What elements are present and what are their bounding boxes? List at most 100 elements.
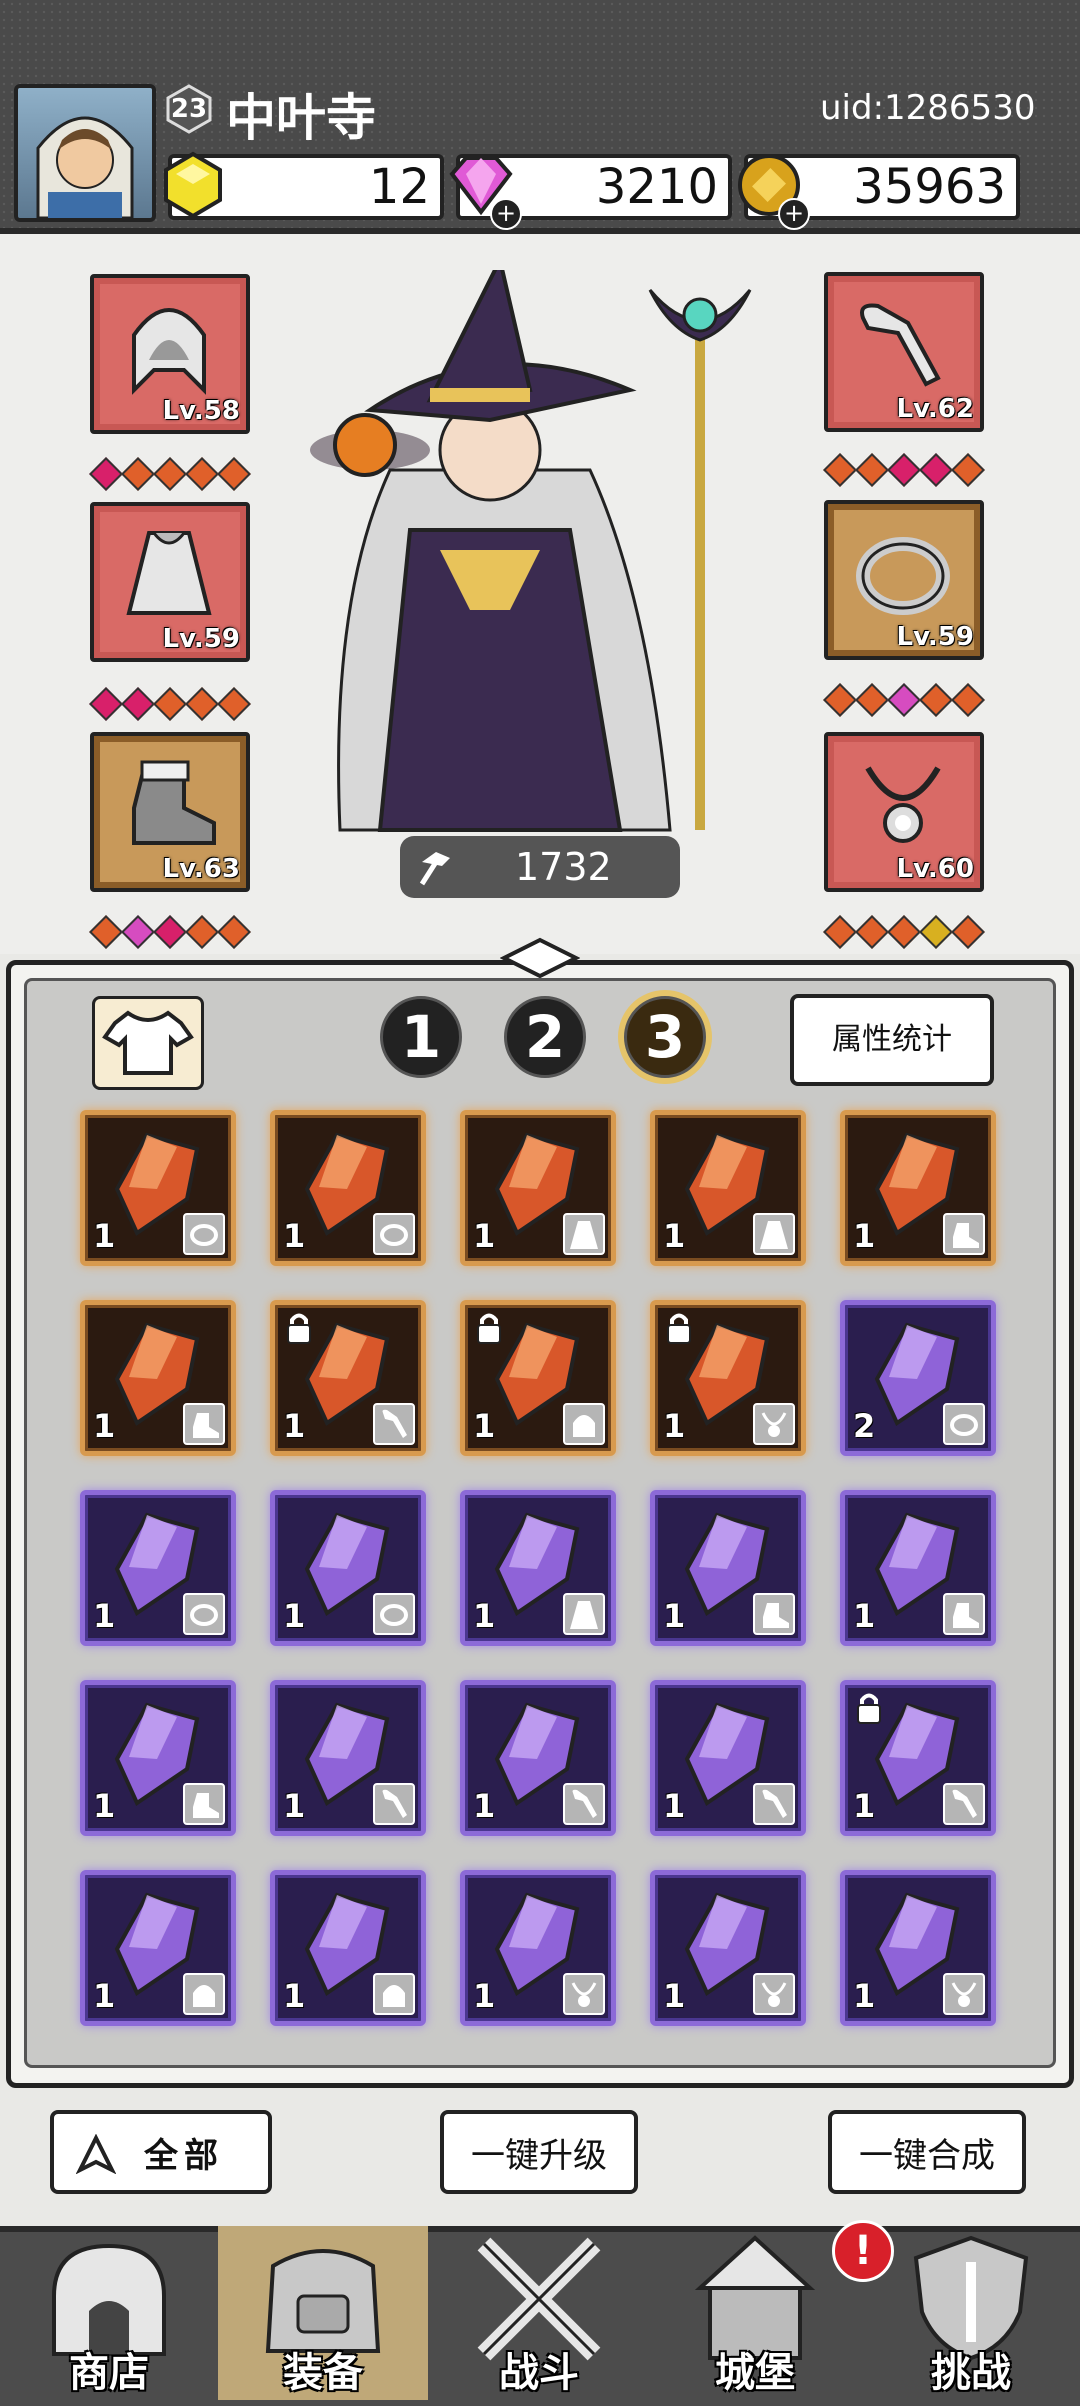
- lock-icon: [287, 1313, 311, 1344]
- gem-row: [823, 453, 985, 487]
- currency-diamond[interactable]: + 3210: [449, 154, 732, 230]
- costume-button[interactable]: [92, 996, 204, 1090]
- power-value: 1732: [515, 845, 612, 889]
- inventory-item[interactable]: 2: [840, 1300, 996, 1456]
- inventory-item[interactable]: 1: [460, 1870, 616, 2026]
- inventory-item[interactable]: 1: [840, 1110, 996, 1266]
- filter-all-button[interactable]: 全部: [50, 2110, 272, 2194]
- attribute-stats-button[interactable]: 属性统计: [790, 994, 994, 1086]
- inventory-item[interactable]: 1: [460, 1680, 616, 1836]
- equip-slot-boots[interactable]: Lv.63: [90, 732, 250, 892]
- yellow-gem-count: 12: [368, 159, 430, 215]
- player-uid: uid:1286530: [820, 88, 1036, 128]
- equip-slot-cape[interactable]: Lv.59: [90, 502, 250, 662]
- inventory-item[interactable]: 1: [270, 1110, 426, 1266]
- inventory-item[interactable]: 1: [80, 1490, 236, 1646]
- inventory-item[interactable]: 1: [840, 1870, 996, 2026]
- inventory-item[interactable]: 1: [840, 1680, 996, 1836]
- inventory-item[interactable]: 1: [80, 1110, 236, 1266]
- gem: [951, 453, 985, 487]
- gem: [919, 453, 953, 487]
- gem: [919, 915, 953, 949]
- inventory-item[interactable]: 1: [650, 1110, 806, 1266]
- nav-challenge[interactable]: 挑战: [866, 2226, 1076, 2400]
- item-quantity: 1: [663, 1407, 686, 1445]
- cape-slot-icon: [563, 1593, 605, 1635]
- set-tab-3[interactable]: 3: [624, 996, 706, 1078]
- inventory-item[interactable]: 1: [270, 1490, 426, 1646]
- equip-level: Lv.59: [162, 624, 240, 654]
- item-quantity: 1: [853, 1597, 876, 1635]
- player-avatar[interactable]: [14, 84, 156, 222]
- inventory-item[interactable]: 1: [460, 1110, 616, 1266]
- gem: [185, 687, 219, 721]
- nav-battle[interactable]: 战斗: [434, 2226, 644, 2400]
- gem: [887, 915, 921, 949]
- equip-slot-hood[interactable]: Lv.58: [90, 274, 250, 434]
- boot-slot-icon: [943, 1213, 985, 1255]
- gem: [153, 915, 187, 949]
- item-quantity: 1: [663, 1217, 686, 1255]
- item-quantity: 1: [283, 1217, 306, 1255]
- gem: [217, 457, 251, 491]
- item-quantity: 2: [853, 1407, 876, 1445]
- weapon-slot-icon: [373, 1403, 415, 1445]
- inventory-item[interactable]: 1: [80, 1300, 236, 1456]
- set-tab-2[interactable]: 2: [504, 996, 586, 1078]
- one-click-merge-button[interactable]: 一键合成: [828, 2110, 1026, 2194]
- add-coin-icon[interactable]: +: [778, 198, 810, 230]
- gem: [185, 457, 219, 491]
- gem: [887, 683, 921, 717]
- inventory-item[interactable]: 1: [270, 1300, 426, 1456]
- cape-icon: [126, 531, 212, 615]
- nav-equipment[interactable]: 装备: [218, 2226, 428, 2400]
- equip-slot-necklace[interactable]: Lv.60: [824, 732, 984, 892]
- inventory-item[interactable]: 1: [270, 1680, 426, 1836]
- gem: [951, 915, 985, 949]
- currency-coin[interactable]: + 35963: [738, 154, 1020, 230]
- necklace-slot-icon: [753, 1403, 795, 1445]
- weapon-slot-icon: [373, 1783, 415, 1825]
- inventory-item[interactable]: 1: [650, 1490, 806, 1646]
- gem: [121, 457, 155, 491]
- shop-icon: [52, 2243, 166, 2356]
- set-tab-1[interactable]: 1: [380, 996, 462, 1078]
- nav-castle[interactable]: 城堡: [650, 2226, 860, 2400]
- nav-shop[interactable]: 商店: [4, 2226, 214, 2400]
- gem-row: [823, 683, 985, 717]
- diamond-count: 3210: [595, 159, 718, 215]
- inventory-item[interactable]: 1: [80, 1680, 236, 1836]
- add-diamond-icon[interactable]: +: [490, 198, 522, 230]
- gem: [823, 915, 857, 949]
- item-quantity: 1: [853, 1977, 876, 2015]
- inventory-item[interactable]: 1: [270, 1870, 426, 2026]
- item-quantity: 1: [663, 1977, 686, 2015]
- gem: [887, 453, 921, 487]
- inventory-item[interactable]: 1: [80, 1870, 236, 2026]
- boot-slot-icon: [183, 1403, 225, 1445]
- inventory-item[interactable]: 1: [650, 1870, 806, 2026]
- inventory-item[interactable]: 1: [460, 1300, 616, 1456]
- inventory-item[interactable]: 1: [840, 1490, 996, 1646]
- gem: [823, 683, 857, 717]
- gem-row: [823, 915, 985, 949]
- necklace-slot-icon: [943, 1973, 985, 2015]
- item-quantity: 1: [93, 1217, 116, 1255]
- inventory-item[interactable]: 1: [650, 1680, 806, 1836]
- gem: [89, 687, 123, 721]
- nav-castle-label: 城堡: [715, 2350, 795, 2396]
- equip-level: Lv.59: [896, 622, 974, 652]
- equip-slot-weapon[interactable]: Lv.62: [824, 272, 984, 432]
- witch-character: [310, 270, 752, 832]
- ring-slot-icon: [183, 1593, 225, 1635]
- filter-all-label: 全部: [144, 2136, 224, 2176]
- equip-slot-ring[interactable]: Lv.59: [824, 500, 984, 660]
- inventory-item[interactable]: 1: [650, 1300, 806, 1456]
- inventory-item[interactable]: 1: [460, 1490, 616, 1646]
- cape-slot-icon: [753, 1213, 795, 1255]
- item-quantity: 1: [93, 1407, 116, 1445]
- gem: [855, 453, 889, 487]
- one-click-upgrade-button[interactable]: 一键升级: [440, 2110, 638, 2194]
- nav-battle-label: 战斗: [499, 2350, 579, 2396]
- gem: [185, 915, 219, 949]
